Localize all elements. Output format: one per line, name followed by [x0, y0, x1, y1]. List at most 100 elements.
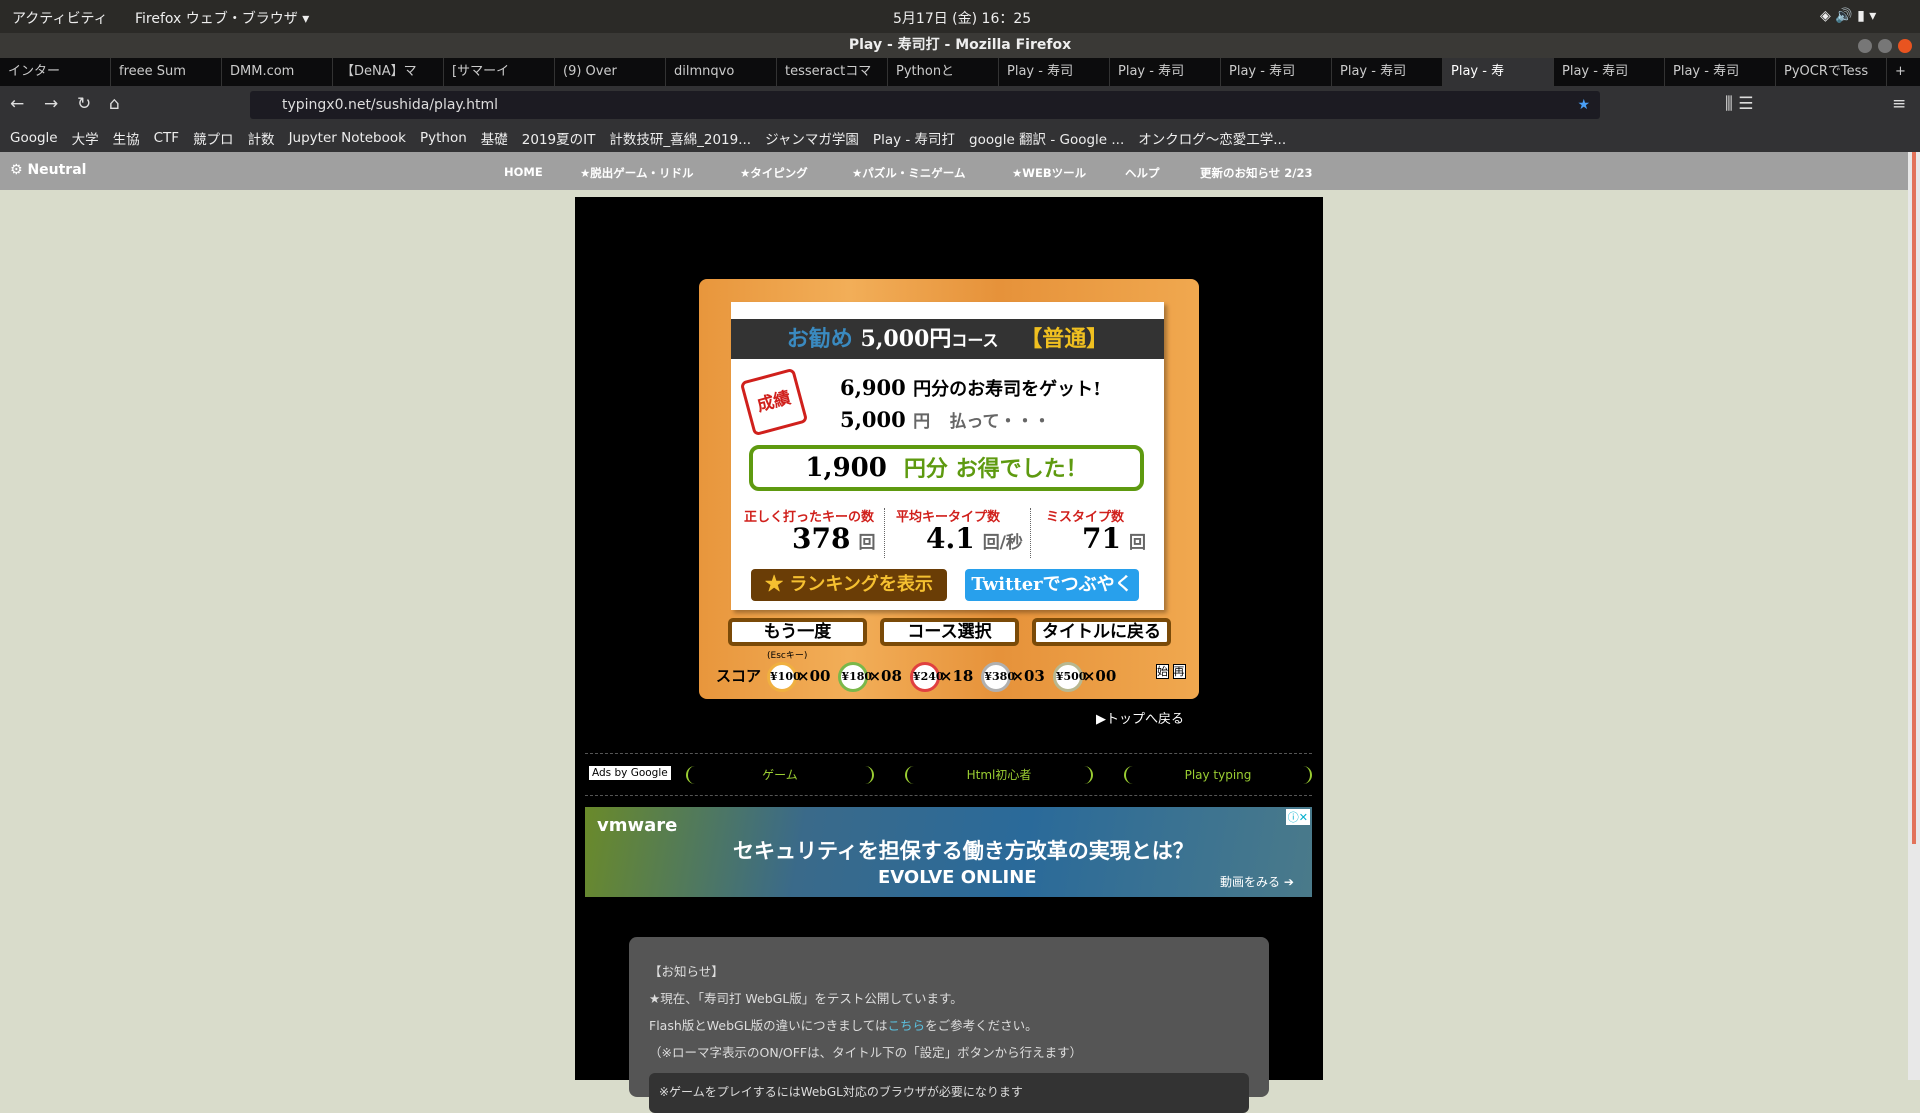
tab[interactable]: インター: [0, 58, 111, 86]
bookmark-item[interactable]: 生協: [113, 128, 140, 148]
ad-link-game[interactable]: ゲーム: [686, 766, 874, 784]
logo-text: Neutral: [27, 162, 87, 178]
bookmark-item[interactable]: 2019夏のIT: [522, 128, 596, 148]
score-label: スコア: [716, 667, 762, 685]
stat-unit: 回: [1128, 533, 1146, 553]
ads-by-google[interactable]: Ads by Google: [589, 766, 671, 780]
ad-close-icon[interactable]: ⓘ✕: [1285, 809, 1310, 825]
clock[interactable]: 5月17日 (金) 16：25: [893, 8, 1031, 28]
bookmark-item[interactable]: Google: [10, 130, 58, 146]
tab[interactable]: Play - 寿司: [1665, 58, 1776, 86]
sushi-plate: ¥180: [838, 662, 872, 692]
plate-count: ×00: [1082, 667, 1117, 685]
site-logo[interactable]: ⚙ Neutral: [10, 162, 86, 178]
bookmark-item[interactable]: Play - 寿司打: [873, 128, 955, 148]
app-menu[interactable]: Firefox ウェブ・ブラウザ ▾: [135, 8, 309, 28]
divider: [585, 795, 1312, 796]
tab[interactable]: DMM.com: [222, 58, 333, 86]
notice-text: をご参考ください。: [925, 1018, 1038, 1033]
site-nav-link[interactable]: ★タイピング: [740, 165, 808, 181]
bookmark-star-icon[interactable]: ★: [1577, 91, 1590, 119]
reload-icon[interactable]: ↻: [77, 94, 91, 114]
divider: [884, 508, 885, 558]
site-nav-link[interactable]: ★パズル・ミニゲーム: [852, 165, 965, 181]
library-icon[interactable]: ⫼ ☰: [1725, 94, 1753, 114]
vmware-logo: vmware: [597, 815, 678, 836]
tab[interactable]: Play - 寿: [1443, 58, 1554, 86]
new-tab-button[interactable]: +: [1887, 58, 1917, 86]
ranking-button[interactable]: ★ ランキングを表示: [751, 569, 947, 601]
minimize-button[interactable]: [1858, 39, 1872, 53]
tab[interactable]: Pythonと: [888, 58, 999, 86]
scroll-thumb[interactable]: [1912, 152, 1916, 844]
bookmark-item[interactable]: 計数技研_喜綿_2019...: [609, 128, 751, 148]
site-nav-link[interactable]: ★WEBツール: [1012, 165, 1086, 181]
gain-box: 1,900 円分 お得でした！: [749, 445, 1144, 491]
retry-button[interactable]: もう一度: [728, 618, 867, 646]
ad-cta[interactable]: 動画をみる ➔: [1220, 873, 1294, 890]
tab[interactable]: dilmnqvo: [666, 58, 777, 86]
notice-line: ★現在、「寿司打 WebGL版」をテスト公開しています。: [649, 991, 963, 1006]
bookmark-item[interactable]: 大学: [72, 128, 99, 148]
close-window-button[interactable]: [1898, 39, 1912, 53]
got-text: 円分のお寿司をゲット!: [913, 379, 1101, 400]
bookmark-item[interactable]: 競プロ: [193, 128, 234, 148]
start-icon[interactable]: 始: [1156, 664, 1169, 679]
stat-value: 71 回: [1082, 522, 1146, 555]
paid-unit: 円: [913, 412, 931, 432]
plate-count: ×18: [939, 667, 974, 685]
back-icon[interactable]: ←: [10, 94, 24, 114]
bookmark-item[interactable]: Jupyter Notebook: [289, 130, 406, 146]
tab[interactable]: Play - 寿司: [1554, 58, 1665, 86]
plate-count: ×00: [797, 667, 831, 685]
scrollbar[interactable]: [1908, 152, 1920, 1080]
tab[interactable]: [サマーイ: [444, 58, 555, 86]
url-text[interactable]: typingx0.net/sushida/play.html: [282, 97, 498, 113]
bookmark-item[interactable]: CTF: [154, 130, 179, 146]
bookmark-item[interactable]: google 翻訳 - Google ...: [969, 128, 1124, 148]
activities-button[interactable]: アクティビティ: [12, 8, 108, 28]
divider: [1030, 508, 1031, 558]
bookmark-item[interactable]: 計数: [248, 128, 275, 148]
site-nav-link[interactable]: 更新のお知らせ 2/23: [1200, 165, 1312, 181]
bookmark-item[interactable]: オンクログ〜恋愛工学...: [1138, 128, 1286, 148]
tab[interactable]: Play - 寿司: [1221, 58, 1332, 86]
tab[interactable]: Play - 寿司: [1332, 58, 1443, 86]
home-icon[interactable]: ⌂: [109, 94, 120, 114]
bookmark-item[interactable]: ジャンマガ学園: [765, 128, 859, 148]
course-select-button[interactable]: コース選択: [880, 618, 1019, 646]
tab[interactable]: (9) Over: [555, 58, 666, 86]
tab[interactable]: Play - 寿司: [999, 58, 1110, 86]
replay-icon[interactable]: 再: [1172, 664, 1186, 679]
plate-count: ×08: [868, 667, 902, 685]
got-line: 6,900 円分のお寿司をゲット!: [840, 375, 1101, 401]
forward-icon[interactable]: →: [44, 94, 58, 114]
ad-link-html[interactable]: Html初心者: [905, 766, 1093, 784]
course-header: お勧め 5,000円コース 【普通】: [731, 319, 1164, 359]
network-icon[interactable]: ◈ 🔊 ▮ ▾: [1820, 8, 1876, 24]
site-nav-link[interactable]: ヘルプ: [1125, 165, 1160, 181]
bookmark-item[interactable]: Python: [420, 130, 467, 146]
tab[interactable]: PyOCRでTess: [1776, 58, 1887, 86]
notice-line: Flash版とWebGL版の違いにつきましてはこちらをご参考ください。: [649, 1015, 1249, 1034]
here-link[interactable]: こちら: [888, 1018, 926, 1033]
twitter-button[interactable]: Twitterでつぶやく: [965, 569, 1139, 601]
maximize-button[interactable]: [1878, 39, 1892, 53]
back-to-title-button[interactable]: タイトルに戻る: [1032, 618, 1171, 646]
tab[interactable]: Play - 寿司: [1110, 58, 1221, 86]
site-nav-link[interactable]: ★脱出ゲーム・リドル: [580, 165, 693, 181]
notice-box: 【お知らせ】 ★現在、「寿司打 WebGL版」をテスト公開しています。 Flas…: [629, 937, 1269, 1113]
tab[interactable]: 【DeNA】マ: [333, 58, 444, 86]
bookmark-item[interactable]: 基礎: [481, 128, 508, 148]
tab[interactable]: freee Sum: [111, 58, 222, 86]
back-to-top-link[interactable]: ▶トップへ戻る: [1096, 708, 1184, 727]
sushi-plate: ¥100: [767, 662, 801, 692]
ad-link-play-typing[interactable]: Play typing: [1124, 766, 1312, 784]
site-nav-link[interactable]: HOME: [504, 165, 543, 179]
url-bar[interactable]: typingx0.net/sushida/play.html ★: [250, 91, 1600, 119]
course-prefix: お勧め: [786, 326, 853, 352]
ad-banner[interactable]: vmware セキュリティを担保する働き方改革の実現とは？ EVOLVE ONL…: [585, 807, 1312, 897]
tab[interactable]: tesseractコマ: [777, 58, 888, 86]
menu-icon[interactable]: ≡: [1892, 94, 1906, 114]
sushi-plate: ¥380: [981, 662, 1015, 692]
